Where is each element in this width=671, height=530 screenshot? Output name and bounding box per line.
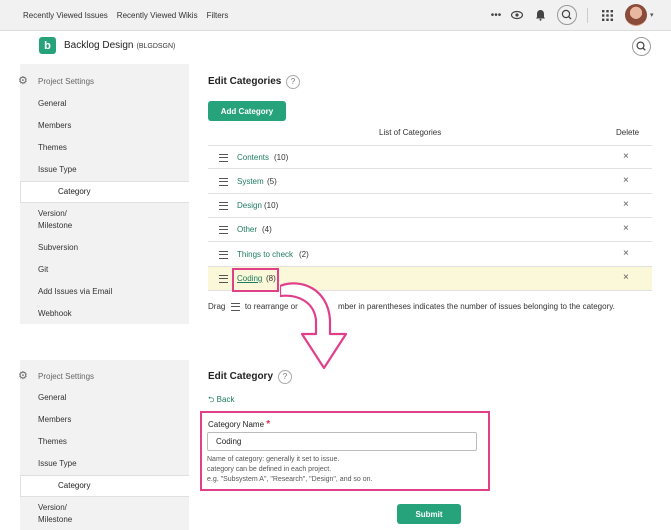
category-name-link[interactable]: System [237,177,264,186]
drag-hint-text: Drag to rearrange or mber in parentheses… [208,302,615,311]
sidebar-item-category[interactable]: Category [20,181,189,203]
sidebar-item-category[interactable]: Category [20,475,189,497]
delete-icon[interactable]: × [623,272,629,283]
submit-button[interactable]: Submit [397,504,461,524]
drag-handle-icon[interactable] [219,202,228,210]
back-link[interactable]: ⮌ Back [208,394,234,408]
project-logo[interactable]: b [39,37,56,54]
sidebar-header: ⚙ Project Settings [18,370,95,382]
category-count: (2) [299,250,309,259]
sidebar-item-add-issues-via-email[interactable]: Add Issues via Email [38,286,112,298]
delete-icon[interactable]: × [623,248,629,259]
delete-icon[interactable]: × [623,223,629,234]
category-count: (5) [267,177,277,186]
category-count: (10) [274,153,289,162]
notification-bell-icon[interactable] [532,7,548,23]
sidebar-item-general[interactable]: General [38,98,66,110]
delete-icon[interactable]: × [623,151,629,162]
field-help-text: Name of category: generally it set to is… [207,456,373,483]
global-nav: Recently Viewed Issues Recently Viewed W… [23,0,228,31]
help-icon[interactable]: ? [278,370,292,384]
nav-recently-viewed-wikis[interactable]: Recently Viewed Wikis [117,11,198,20]
drag-handle-icon[interactable] [219,154,228,162]
category-row: System (5) × [208,170,652,194]
apps-grid-icon[interactable] [599,7,615,23]
more-icon[interactable]: ••• [488,7,504,23]
drag-handle-icon[interactable] [219,226,228,234]
watch-icon[interactable] [509,7,525,23]
search-icon[interactable] [557,5,577,25]
nav-recently-viewed-issues[interactable]: Recently Viewed Issues [23,11,108,20]
page-title: Edit Category [208,371,274,382]
category-name-link[interactable]: Other [237,225,257,234]
help-icon[interactable]: ? [286,75,300,89]
category-name-label: Category Name * [208,419,271,430]
category-name-link[interactable]: Design [237,201,262,210]
required-mark: * [266,419,271,430]
back-arrow-icon: ⮌ [208,395,215,404]
category-row: Contents (10) × [208,145,652,169]
category-row: Other (4) × [208,218,652,242]
category-name-field[interactable] [207,432,477,451]
chevron-down-icon[interactable]: ▾ [650,11,654,19]
category-row: Design (10) × [208,194,652,218]
sidebar-header: ⚙ Project Settings [18,75,95,87]
sidebar-item-issue-type[interactable]: Issue Type [38,458,77,470]
divider [587,8,588,23]
category-row: Things to check (2) × [208,243,652,267]
sidebar-item-webhook[interactable]: Webhook [38,308,72,320]
arrow-down-icon [280,282,348,370]
sidebar-item-themes[interactable]: Themes [38,436,67,448]
sidebar-item-git[interactable]: Git [38,264,48,276]
project-key: (BLGDSGN) [136,43,176,50]
delete-icon[interactable]: × [623,199,629,210]
sidebar-item-subversion[interactable]: Subversion [38,242,78,254]
drag-handle-icon [230,302,240,311]
category-name-link[interactable]: Things to check [237,250,293,259]
drag-handle-icon[interactable] [219,251,228,259]
gear-icon: ⚙ [18,75,28,87]
drag-handle-icon[interactable] [219,275,228,283]
sidebar-item-members[interactable]: Members [38,414,71,426]
drag-handle-icon[interactable] [219,178,228,186]
global-top-bar: Recently Viewed Issues Recently Viewed W… [0,0,671,31]
avatar[interactable] [625,4,647,26]
add-category-button[interactable]: Add Category [208,101,286,121]
category-count: (10) [264,201,279,210]
gear-icon: ⚙ [18,370,28,382]
delete-header: Delete [616,128,640,137]
list-of-categories-header: List of Categories [379,128,442,137]
sidebar-item-themes[interactable]: Themes [38,142,67,154]
sidebar-item-version-milestone[interactable]: Version/ Milestone [38,208,72,232]
project-title[interactable]: Backlog Design (BLGDSGN) [64,40,175,51]
project-name: Backlog Design [64,40,134,51]
highlight-box [232,268,279,292]
nav-filters[interactable]: Filters [207,11,229,20]
project-search-icon[interactable] [632,37,651,56]
sidebar-item-members[interactable]: Members [38,120,71,132]
category-count: (4) [262,225,272,234]
delete-icon[interactable]: × [623,175,629,186]
page-title: Edit Categories [208,76,282,87]
sidebar-item-issue-type[interactable]: Issue Type [38,164,77,176]
category-name-link[interactable]: Contents [237,153,269,162]
sidebar-item-general[interactable]: General [38,392,66,404]
sidebar-item-version-milestone[interactable]: Version/ Milestone [38,502,72,526]
